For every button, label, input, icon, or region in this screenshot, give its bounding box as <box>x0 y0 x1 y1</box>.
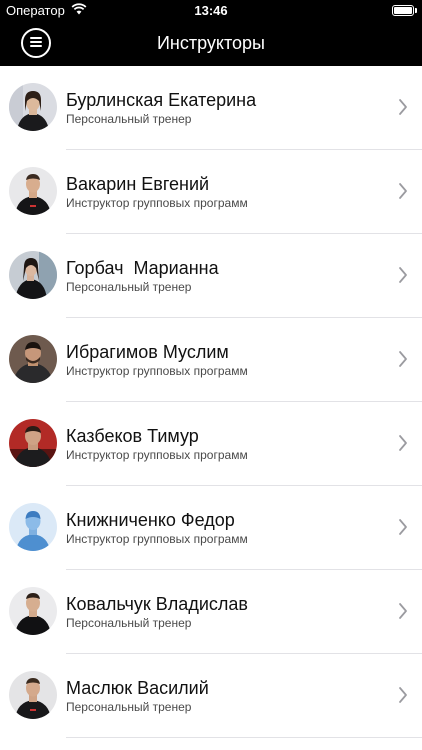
chevron-right-icon <box>399 435 407 451</box>
instructor-name: Казбеков Тимур <box>66 426 199 446</box>
instructor-role: Персональный тренер <box>66 700 192 714</box>
chevron-right-icon <box>399 183 407 199</box>
status-bar: Оператор 13:46 <box>0 0 422 22</box>
instructor-role: Персональный тренер <box>66 616 192 630</box>
instructor-name: Ковальчук Владислав <box>66 594 248 614</box>
instructor-avatar <box>9 251 57 299</box>
chevron-right-icon <box>399 687 407 703</box>
chevron-right-icon <box>399 267 407 283</box>
status-time: 13:46 <box>194 3 228 18</box>
battery-icon <box>392 5 414 16</box>
instructor-name: Бурлинская Екатерина <box>66 90 257 110</box>
instructor-row[interactable]: Ковальчук Владислав Персональный тренер <box>0 570 422 654</box>
instructor-name: Маслюк Василий <box>66 678 209 698</box>
instructor-role: Инструктор групповых программ <box>66 532 248 546</box>
instructor-name: Вакарин Евгений <box>66 174 210 194</box>
instructor-avatar <box>9 83 57 131</box>
instructor-list: Бурлинская Екатерина Персональный тренер… <box>0 66 422 738</box>
instructor-name: Ибрагимов Муслим <box>66 342 229 362</box>
instructor-row[interactable]: Бурлинская Екатерина Персональный тренер <box>0 66 422 150</box>
instructor-row[interactable]: Ибрагимов Муслим Инструктор групповых пр… <box>0 318 422 402</box>
instructor-role: Персональный тренер <box>66 112 192 126</box>
instructor-avatar <box>9 335 57 383</box>
chevron-right-icon <box>399 603 407 619</box>
instructor-role: Инструктор групповых программ <box>66 448 248 462</box>
instructor-name: Горбач Марианна <box>66 258 219 278</box>
page-title: Инструкторы <box>156 33 265 53</box>
instructor-row[interactable]: Книжниченко Федор Инструктор групповых п… <box>0 486 422 570</box>
instructor-row[interactable]: Маслюк Василий Персональный тренер <box>0 654 422 738</box>
instructor-role: Персональный тренер <box>66 280 192 294</box>
instructor-role: Инструктор групповых программ <box>66 364 248 378</box>
instructor-avatar <box>9 671 57 719</box>
battery-tip <box>415 8 417 13</box>
chevron-right-icon <box>399 351 407 367</box>
instructor-row[interactable]: Вакарин Евгений Инструктор групповых про… <box>0 150 422 234</box>
instructor-role: Инструктор групповых программ <box>66 196 248 210</box>
chevron-right-icon <box>399 99 407 115</box>
nav-bar: Инструкторы <box>0 22 422 66</box>
instructor-avatar <box>9 587 57 635</box>
instructor-avatar <box>9 419 57 467</box>
instructor-name: Книжниченко Федор <box>66 510 235 530</box>
instructor-row[interactable]: Горбач Марианна Персональный тренер <box>0 234 422 318</box>
instructor-row[interactable]: Казбеков Тимур Инструктор групповых прог… <box>0 402 422 486</box>
placeholder-avatar-icon <box>9 503 57 551</box>
instructor-avatar <box>9 167 57 215</box>
chevron-right-icon <box>399 519 407 535</box>
